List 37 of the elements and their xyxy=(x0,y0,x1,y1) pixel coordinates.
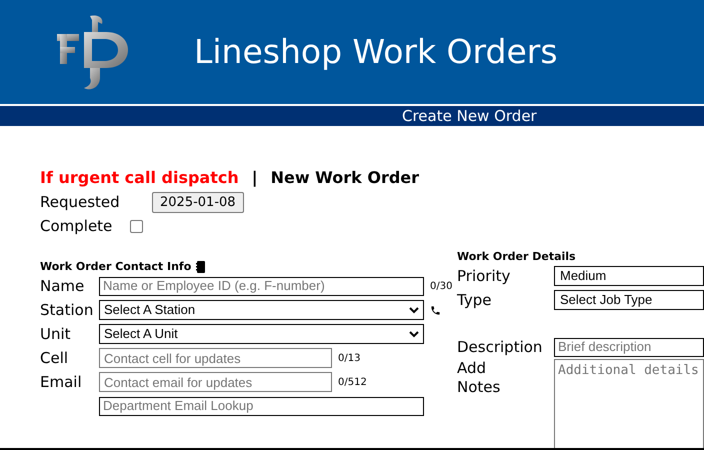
field-label: Name xyxy=(40,276,86,297)
input-field[interactable]: Brief description xyxy=(554,338,704,356)
field-label: Add Notes xyxy=(457,359,502,397)
notes-field[interactable]: Additional details xyxy=(554,359,704,450)
field-label: Description xyxy=(457,336,544,358)
field-label: Email xyxy=(40,372,83,393)
select-field[interactable]: Select A Unit xyxy=(99,324,424,344)
page-subtitle: Create New Order xyxy=(402,106,537,126)
select-field[interactable]: Select Job Type xyxy=(554,290,704,310)
section-title: Work Order Contact Info xyxy=(40,258,192,275)
complete-checkbox[interactable] xyxy=(130,220,143,232)
input-field[interactable]: Department Email Lookup xyxy=(99,396,424,416)
input-field[interactable]: Contact cell for updates xyxy=(99,348,332,368)
field-label: Cell xyxy=(40,348,70,369)
phone-icon[interactable] xyxy=(430,304,441,316)
separator: | xyxy=(252,167,258,189)
character-counter: 0/512 xyxy=(338,376,367,390)
field-label: Unit xyxy=(40,324,72,345)
select-field[interactable]: Medium xyxy=(554,266,704,286)
complete-label: Complete xyxy=(40,216,114,237)
input-field[interactable]: Contact email for updates xyxy=(99,372,332,392)
character-counter: 0/30 xyxy=(430,280,452,294)
chevron-down-icon xyxy=(409,330,419,338)
chevron-down-icon xyxy=(409,306,419,314)
field-label: Type xyxy=(457,290,492,311)
form-heading: New Work Order xyxy=(270,167,420,189)
field-label: Priority xyxy=(457,266,512,287)
input-field[interactable]: Name or Employee ID (e.g. F-number) xyxy=(99,276,424,296)
date-button[interactable]: 2025-01-08 xyxy=(152,192,244,212)
notebook-icon xyxy=(196,261,206,273)
urgent-notice: If urgent call dispatch xyxy=(40,167,239,189)
select-field[interactable]: Select A Station xyxy=(99,300,424,320)
character-counter: 0/13 xyxy=(338,352,360,366)
requested-label: Requested xyxy=(40,192,121,213)
field-label: Station xyxy=(40,300,94,321)
section-title: Work Order Details xyxy=(457,250,577,264)
app-title: Lineshop Work Orders xyxy=(194,31,558,74)
